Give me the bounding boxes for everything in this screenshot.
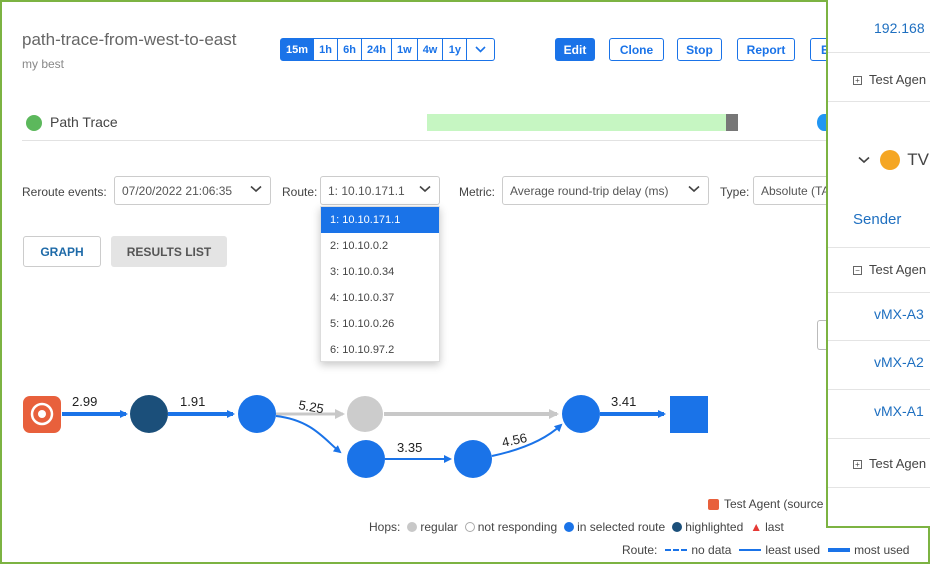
side-section-label: TV: [907, 150, 929, 169]
side-ip-link[interactable]: 192.168: [874, 20, 925, 36]
test-agent-source-node[interactable]: [23, 396, 61, 433]
route-option[interactable]: 4: 10.10.0.37: [321, 285, 439, 311]
legend-most-used: most used: [854, 543, 910, 557]
row-divider: [828, 340, 930, 341]
side-section-header[interactable]: TV: [858, 150, 929, 170]
route-option[interactable]: 6: 10.10.97.2: [321, 337, 439, 363]
edge-label: 3.35: [397, 440, 422, 455]
route-edge[interactable]: [275, 415, 342, 454]
legend-route-label: Route:: [622, 543, 658, 557]
warning-status-dot: [879, 150, 900, 170]
side-agent-link[interactable]: vMX-A3: [874, 306, 924, 322]
legend-hops-label: Hops:: [369, 520, 401, 534]
destination-node[interactable]: [670, 396, 708, 433]
legend-no-data: no data: [691, 543, 732, 557]
side-test-agent-label: Test Agen: [869, 456, 927, 471]
route-option[interactable]: 3: 10.10.0.34: [321, 259, 439, 285]
chevron-down-icon: [858, 156, 870, 164]
side-test-agent-label: Test Agen: [869, 262, 927, 277]
route-dropdown-menu: 1: 10.10.171.1 2: 10.10.0.2 3: 10.10.0.3…: [320, 206, 440, 362]
edge-label: 3.41: [611, 394, 636, 409]
collapse-icon[interactable]: −: [853, 266, 862, 276]
route-option[interactable]: 1: 10.10.171.1: [321, 207, 439, 233]
side-agent-link[interactable]: vMX-A2: [874, 354, 924, 370]
least-used-line-icon: [739, 549, 762, 551]
legend-route: Route: no data least used most used: [622, 543, 909, 557]
hop-node-highlighted[interactable]: [130, 395, 168, 433]
warning-triangle-icon: ▲: [750, 520, 763, 534]
legend-hops: Hops: regular not responding in selected…: [369, 520, 784, 534]
row-divider: [828, 292, 930, 293]
edge-label: 2.99: [72, 394, 97, 409]
legend-regular: regular: [420, 520, 458, 534]
side-test-agent-row[interactable]: − Test Agen: [853, 262, 926, 277]
side-agent-link[interactable]: vMX-A1: [874, 403, 924, 419]
route-option[interactable]: 2: 10.10.0.2: [321, 233, 439, 259]
most-used-line-icon: [828, 548, 851, 552]
legend-agent-text: Test Agent (source: [724, 497, 824, 511]
legend-least-used: least used: [765, 543, 821, 557]
hop-node[interactable]: [238, 395, 276, 433]
row-divider: [828, 52, 930, 53]
hop-node[interactable]: [347, 440, 385, 478]
hop-node[interactable]: [562, 395, 600, 433]
highlighted-hop-icon: [672, 522, 683, 532]
test-agent-icon: [708, 498, 719, 510]
legend-in-selected-route: in selected route: [577, 520, 666, 534]
legend-not-responding: not responding: [477, 520, 558, 534]
row-divider: [828, 247, 930, 248]
selected-route-hop-icon: [564, 522, 575, 532]
side-test-agent-row[interactable]: + Test Agen: [853, 456, 926, 471]
regular-hop-icon: [407, 522, 418, 532]
side-panel: 192.168 + Test Agen TV Sender − Test Agen …: [826, 0, 930, 528]
side-test-agent-row[interactable]: + Test Agen: [853, 72, 926, 87]
row-divider: [828, 389, 930, 390]
not-responding-hop-icon: [464, 522, 475, 532]
edge-label: 1.91: [180, 394, 205, 409]
route-option[interactable]: 5: 10.10.0.26: [321, 311, 439, 337]
legend-test-agent: Test Agent (source: [708, 497, 823, 511]
legend-highlighted: highlighted: [685, 520, 744, 534]
expand-icon[interactable]: +: [853, 460, 862, 470]
path-trace-graph: 2.99 1.91 5.25 3.35 4.56 3.41: [23, 394, 708, 478]
hop-node-not-responding[interactable]: [347, 396, 383, 432]
row-divider: [828, 101, 930, 102]
side-sender-column-header[interactable]: Sender: [853, 211, 901, 228]
row-divider: [828, 438, 930, 439]
row-divider: [828, 487, 930, 488]
legend-last: last: [765, 520, 784, 534]
no-data-line-icon: [665, 549, 688, 551]
hop-node[interactable]: [454, 440, 492, 478]
side-test-agent-label: Test Agen: [869, 72, 927, 87]
expand-icon[interactable]: +: [853, 76, 862, 86]
